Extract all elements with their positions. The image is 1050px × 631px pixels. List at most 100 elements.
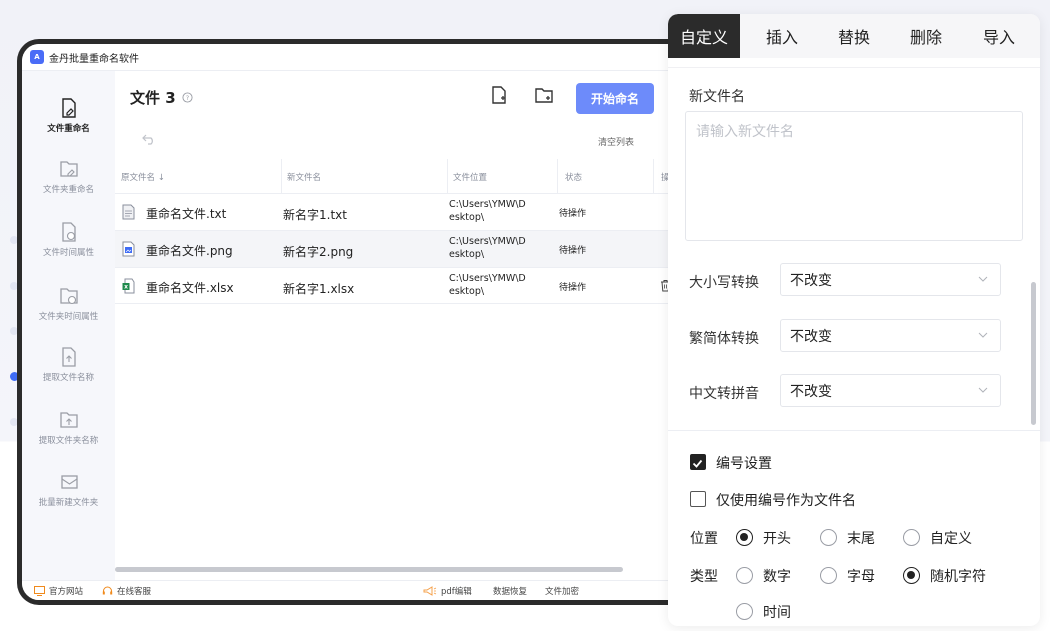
footer-bar: 官方网站 在线客服 pdf编辑 数据恢复 文件加密 [22, 580, 712, 600]
app-title: 金丹批量重命名软件 [49, 53, 139, 65]
table-row[interactable]: 重命名文件.txt 新名字1.txt C:\Users\YMW\D esktop… [115, 193, 712, 230]
status-badge: 待操作 [559, 209, 587, 219]
tab-delete[interactable]: 删除 [892, 14, 960, 58]
file-edit-icon [61, 98, 76, 118]
chevron-down-icon [978, 276, 988, 282]
table-header: 原文件名 ↓ 新文件名 文件位置 状态 操 [115, 159, 712, 193]
megaphone-icon [423, 586, 437, 596]
tab-insert[interactable]: 插入 [748, 14, 816, 58]
original-file-name: 重命名文件.png [146, 244, 233, 258]
folder-batch-icon [60, 475, 78, 489]
new-file-name: 新名字1.xlsx [283, 282, 355, 296]
type-radio-random[interactable] [903, 567, 920, 584]
sidebar-item-extract-file[interactable]: 提取文件名称 [22, 346, 115, 383]
file-clock-icon [61, 222, 76, 242]
traditional-simplified-value: 不改变 [790, 328, 832, 345]
position-option-end: 末尾 [847, 531, 875, 547]
status-badge: 待操作 [559, 246, 587, 256]
traditional-simplified-select[interactable]: 不改变 [780, 319, 1001, 352]
svg-text:?: ? [185, 94, 188, 102]
sidebar-item-label: 批量新建文件夹 [38, 498, 99, 508]
sidebar-item-label: 提取文件名称 [42, 373, 94, 383]
sidebar: 文件重命名 文件夹重命名 文件时间属性 文件夹时间属性 提取文件名称 提取文件夹… [22, 71, 115, 580]
rename-settings-panel: 自定义 插入 替换 删除 导入 新文件名 大小写转换 不改变 繁简体转换 不改变… [668, 14, 1040, 626]
online-service-link[interactable]: 在线客服 [102, 585, 151, 597]
position-label: 位置 [690, 531, 718, 547]
type-radio-letter[interactable] [820, 567, 837, 584]
chevron-down-icon [978, 332, 988, 338]
sidebar-item-folder-time[interactable]: 文件夹时间属性 [22, 285, 115, 322]
official-website-label: 官方网站 [49, 587, 84, 597]
headset-icon [102, 586, 113, 595]
column-header-original-name[interactable]: 原文件名 ↓ [121, 171, 165, 183]
online-service-label: 在线客服 [117, 587, 152, 597]
png-file-icon [122, 241, 135, 257]
new-name-label: 新文件名 [689, 89, 745, 105]
start-rename-button[interactable]: 开始命名 [576, 83, 654, 114]
undo-icon[interactable] [142, 133, 156, 145]
app-screen: A 金丹批量重命名软件 文件重命名 文件夹重命名 文件时间属性 文件夹时间属性 [22, 44, 712, 600]
tab-custom[interactable]: 自定义 [668, 14, 740, 58]
sidebar-item-label: 文件夹重命名 [42, 185, 94, 195]
file-location: C:\Users\YMW\D esktop\ [449, 199, 526, 223]
original-file-name: 重命名文件.xlsx [146, 281, 234, 295]
type-option-letter: 字母 [847, 569, 875, 585]
svg-text:x: x [124, 284, 128, 291]
tab-import[interactable]: 导入 [964, 14, 1034, 58]
sidebar-item-file-time[interactable]: 文件时间属性 [22, 221, 115, 258]
sidebar-item-label: 文件夹时间属性 [38, 312, 99, 322]
main-content: 文件 3 ? 开始命名 清空列表 原文件名 ↓ 新文件名 文件位置 状态 操 重… [115, 71, 712, 580]
help-icon[interactable]: ? [182, 92, 193, 103]
check-icon [692, 459, 703, 468]
data-recovery-link[interactable]: 数据恢复 [493, 585, 527, 597]
table-row[interactable]: 重命名文件.png 新名字2.png C:\Users\YMW\D esktop… [115, 230, 712, 267]
txt-file-icon [122, 204, 135, 220]
tab-replace[interactable]: 替换 [820, 14, 888, 58]
case-select[interactable]: 不改变 [780, 263, 1001, 296]
page-title: 文件 3 [130, 89, 176, 107]
add-folder-icon[interactable] [534, 85, 554, 105]
position-radio-start[interactable] [736, 529, 753, 546]
folder-clock-icon [59, 288, 78, 305]
file-upload-icon [61, 347, 76, 367]
monitor-icon [34, 586, 45, 596]
original-file-name: 重命名文件.txt [146, 207, 227, 221]
chevron-down-icon [978, 387, 988, 393]
new-file-name: 新名字2.png [283, 245, 354, 259]
file-encrypt-link[interactable]: 文件加密 [545, 585, 579, 597]
status-badge: 待操作 [559, 283, 587, 293]
numbering-checkbox[interactable] [690, 454, 706, 470]
type-label: 类型 [690, 569, 718, 585]
folder-edit-icon [59, 161, 78, 177]
sidebar-item-label: 文件重命名 [47, 124, 90, 134]
horizontal-scrollbar[interactable] [115, 567, 623, 572]
column-header-location: 文件位置 [453, 173, 488, 183]
only-number-checkbox[interactable] [690, 491, 706, 507]
numbering-label: 编号设置 [716, 456, 772, 472]
pdf-edit-link[interactable]: pdf编辑 [423, 585, 472, 597]
traditional-simplified-label: 繁简体转换 [689, 331, 759, 347]
table-row[interactable]: x 重命名文件.xlsx 新名字1.xlsx C:\Users\YMW\D es… [115, 267, 712, 304]
sidebar-item-extract-folder[interactable]: 提取文件夹名称 [22, 409, 115, 446]
position-option-start: 开头 [763, 531, 791, 547]
page-header: 文件 3 ? [130, 87, 193, 108]
xlsx-file-icon: x [122, 278, 135, 294]
type-radio-number[interactable] [736, 567, 753, 584]
add-file-icon[interactable] [489, 85, 509, 105]
pinyin-select[interactable]: 不改变 [780, 374, 1001, 407]
sidebar-item-batch-folder[interactable]: 批量新建文件夹 [22, 471, 115, 508]
type-radio-time[interactable] [736, 603, 753, 620]
case-label: 大小写转换 [689, 275, 759, 291]
type-option-random: 随机字符 [930, 569, 986, 585]
sidebar-item-folder-rename[interactable]: 文件夹重命名 [22, 158, 115, 195]
new-name-input[interactable] [685, 111, 1023, 241]
data-recovery-label: 数据恢复 [493, 587, 528, 597]
pdf-edit-label: pdf编辑 [441, 587, 472, 597]
official-website-link[interactable]: 官方网站 [34, 585, 83, 597]
sidebar-item-file-rename[interactable]: 文件重命名 [22, 97, 115, 134]
position-radio-end[interactable] [820, 529, 837, 546]
vertical-scrollbar[interactable] [1031, 282, 1036, 425]
clear-list-button[interactable]: 清空列表 [598, 135, 634, 148]
position-radio-custom[interactable] [903, 529, 920, 546]
sidebar-item-label: 文件时间属性 [42, 248, 94, 258]
